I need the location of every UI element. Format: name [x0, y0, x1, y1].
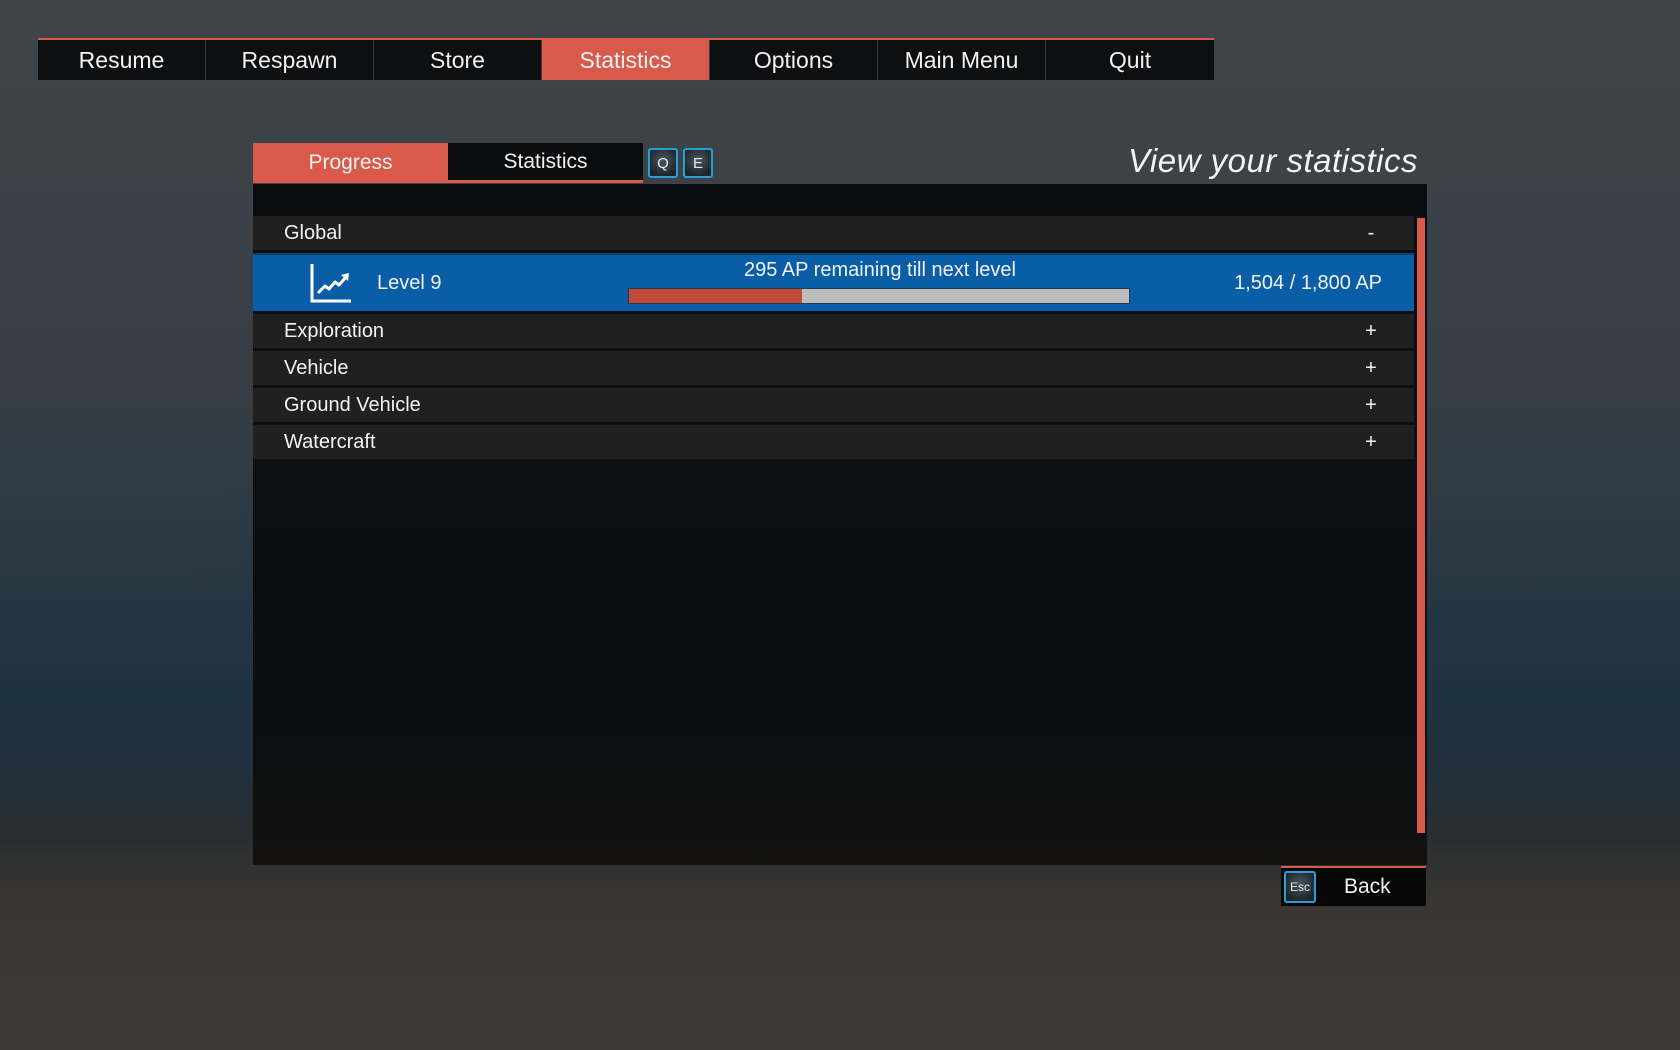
scrollbar[interactable] — [1417, 218, 1425, 833]
menu-tab-main-menu[interactable]: Main Menu — [878, 40, 1046, 80]
category-row-ground-vehicle[interactable]: Ground Vehicle + — [253, 388, 1414, 422]
back-button[interactable]: Esc Back — [1281, 866, 1426, 906]
category-label: Watercraft — [284, 430, 376, 453]
prev-tab-key-q[interactable]: Q — [648, 148, 678, 178]
next-tab-key-e[interactable]: E — [683, 148, 713, 178]
menu-tab-quit[interactable]: Quit — [1046, 40, 1214, 80]
chart-trending-up-icon — [310, 264, 351, 303]
expand-icon[interactable]: + — [1364, 357, 1378, 380]
back-label: Back — [1344, 875, 1391, 898]
page-heading: View your statistics — [1128, 142, 1418, 179]
level-label: Level 9 — [377, 272, 442, 294]
expand-icon[interactable]: + — [1364, 394, 1378, 417]
category-row-vehicle[interactable]: Vehicle + — [253, 351, 1414, 385]
sub-tab-statistics[interactable]: Statistics — [448, 143, 643, 183]
esc-key-icon: Esc — [1284, 871, 1316, 903]
ap-total-text: 1,504 / 1,800 AP — [1234, 272, 1382, 294]
category-label: Exploration — [284, 319, 385, 342]
menu-tab-resume[interactable]: Resume — [38, 40, 206, 80]
menu-tab-respawn[interactable]: Respawn — [206, 40, 374, 80]
category-label: Vehicle — [284, 356, 349, 379]
menu-tab-store[interactable]: Store — [374, 40, 542, 80]
category-row-watercraft[interactable]: Watercraft + — [253, 425, 1414, 459]
collapse-icon[interactable]: - — [1364, 222, 1378, 245]
level-progress-bar — [628, 288, 1130, 304]
level-row: Level 9 295 AP remaining till next level… — [253, 253, 1414, 311]
expand-icon[interactable]: + — [1364, 320, 1378, 343]
category-row-global[interactable]: Global - — [253, 216, 1414, 250]
level-progress-fill — [629, 289, 802, 303]
progress-panel: Global - Level 9 295 AP remaining till n… — [253, 184, 1427, 865]
expand-icon[interactable]: + — [1364, 431, 1378, 454]
top-menu-bar: Resume Respawn Store Statistics Options … — [38, 38, 1214, 82]
category-row-exploration[interactable]: Exploration + — [253, 314, 1414, 348]
menu-tab-options[interactable]: Options — [710, 40, 878, 80]
sub-tab-progress[interactable]: Progress — [253, 143, 448, 183]
menu-tab-statistics[interactable]: Statistics — [542, 40, 710, 80]
category-list: Global - Level 9 295 AP remaining till n… — [253, 216, 1414, 462]
ap-remaining-text: 295 AP remaining till next level — [743, 259, 1016, 281]
category-label: Ground Vehicle — [284, 393, 421, 416]
category-label: Global — [284, 221, 342, 244]
sub-tab-bar: Progress Statistics Q E — [253, 143, 713, 183]
